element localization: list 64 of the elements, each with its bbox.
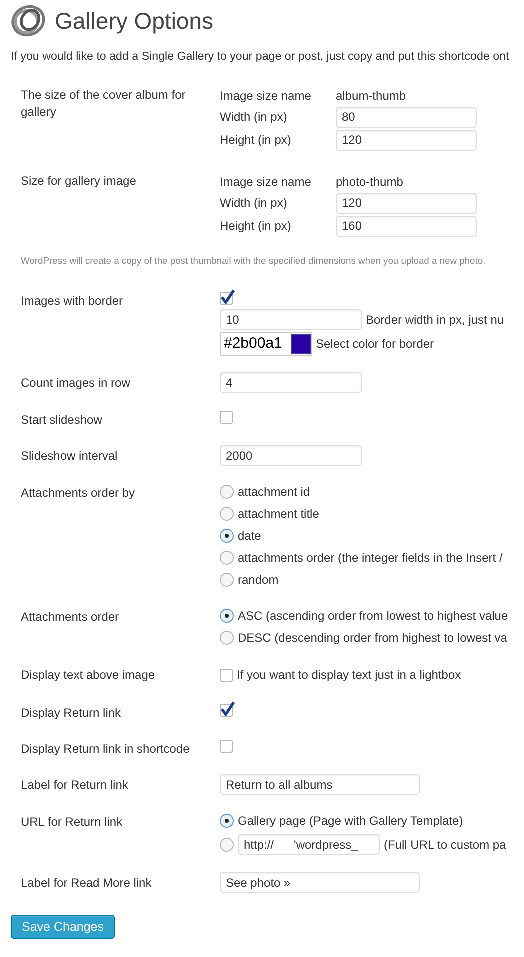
radio-button[interactable] — [220, 631, 234, 645]
setting-label: Label for Return link — [20, 777, 130, 794]
size-name: photo-thumb — [336, 174, 404, 191]
checkbox[interactable] — [220, 292, 233, 305]
radio-button[interactable] — [220, 529, 234, 543]
setting-label: Display Return link in shortcode — [20, 741, 191, 758]
color-field[interactable]: #2b00a1 — [220, 332, 312, 356]
setting-label: Images with border — [20, 293, 124, 310]
setting-label: Display Return link — [20, 705, 122, 722]
setting-label: Attachments order by — [20, 485, 136, 502]
radio-button[interactable] — [220, 507, 234, 521]
radio-label: DESC (descending order from highest to lowest va — [238, 630, 508, 647]
field-label: Image size name — [220, 174, 312, 191]
page-title: Gallery Options — [55, 7, 214, 36]
setting-label: Label for Read More link — [20, 875, 153, 892]
setting-label: The size of the cover album for gallery — [20, 86, 187, 121]
setting-label: Display text above image — [20, 667, 156, 684]
color-swatch[interactable] — [291, 334, 311, 354]
text-field[interactable]: See photo » — [220, 872, 420, 893]
width-field[interactable]: 120 — [336, 192, 477, 214]
text-field[interactable]: 4 — [220, 372, 362, 393]
radio-button[interactable] — [220, 485, 234, 499]
radio-button[interactable] — [220, 573, 234, 587]
height-field[interactable]: 120 — [336, 130, 477, 151]
field-label: Width (in px) — [220, 109, 288, 126]
hint-text: If you want to display text just in a lightbox — [237, 667, 462, 684]
radio-button[interactable] — [220, 609, 234, 623]
size-name: album-thumb — [336, 88, 406, 105]
field-label: Image size name — [220, 88, 312, 105]
url-field[interactable]: http:// 'wordpress_ — [238, 834, 380, 855]
checkbox[interactable] — [220, 668, 233, 682]
text-field[interactable]: 2000 — [220, 445, 362, 466]
height-field[interactable]: 160 — [336, 216, 477, 237]
field-label: Width (in px) — [220, 195, 288, 212]
intro-text: If you would like to add a Single Gallery to your page or post, just copy and put this shortcode ont — [10, 48, 510, 64]
logo-icon — [10, 4, 47, 38]
setting-label: Slideshow interval — [20, 448, 119, 465]
radio-button[interactable] — [220, 838, 234, 852]
text-field[interactable]: Return to all albums — [220, 774, 420, 795]
radio-label: random — [238, 572, 279, 589]
setting-label: Attachments order — [20, 609, 120, 626]
setting-label: Size for gallery image — [20, 172, 138, 190]
checkbox[interactable] — [220, 740, 233, 753]
radio-label: date — [238, 528, 262, 545]
radio-label: attachment id — [238, 484, 310, 501]
width-field[interactable]: 80 — [336, 106, 477, 128]
hint-text: Border width in px, just nu — [366, 312, 504, 328]
setting-label: Start slideshow — [20, 412, 104, 429]
radio-label: attachment title — [238, 506, 320, 523]
note-text: WordPress will create a copy of the post thumbnail with the specified dimensions when you upload a new photo. — [20, 254, 487, 268]
radio-label: attachments order (the integer fields in the Insert / — [238, 550, 503, 567]
text-field[interactable]: 10 — [220, 309, 362, 330]
setting-label: Count images in row — [20, 375, 132, 392]
setting-label: URL for Return link — [20, 814, 124, 831]
checkbox[interactable] — [220, 411, 233, 424]
field-label: Height (in px) — [220, 218, 292, 236]
radio-button[interactable] — [220, 551, 234, 565]
radio-button[interactable] — [220, 814, 234, 828]
radio-label: ASC (ascending order from lowest to highest value — [238, 608, 508, 625]
hint-text: (Full URL to custom pa — [384, 836, 506, 854]
checkbox[interactable] — [220, 704, 233, 717]
radio-label: Gallery page (Page with Gallery Template) — [238, 813, 464, 830]
field-label: Height (in px) — [220, 132, 292, 150]
hint-text: Select color for border — [316, 336, 434, 353]
